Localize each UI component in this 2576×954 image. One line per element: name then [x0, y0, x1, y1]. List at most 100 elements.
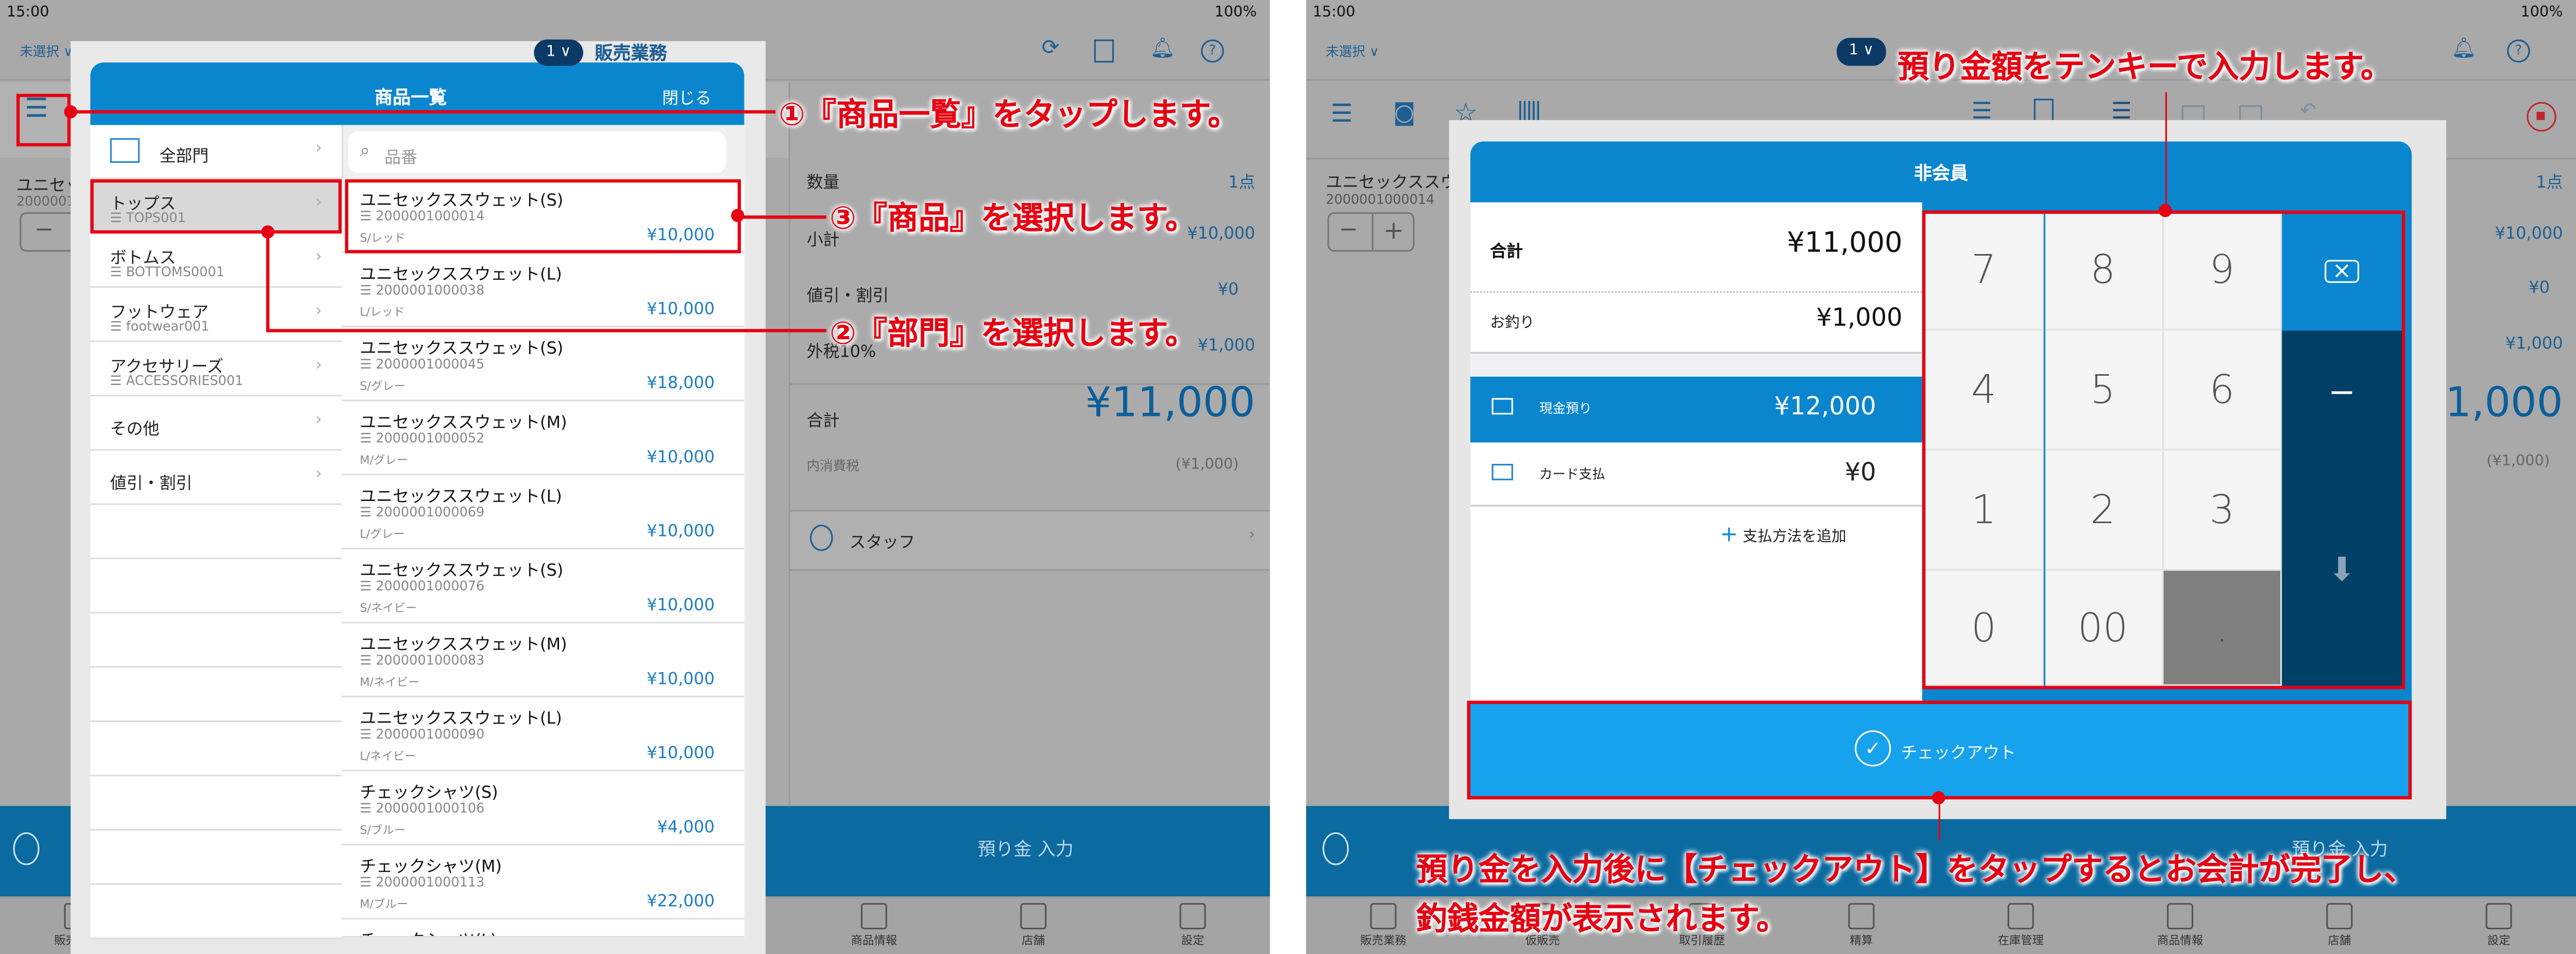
bell-icon[interactable]: 🔔︎: [1150, 36, 1175, 59]
status-battery: 100%: [1214, 5, 1257, 22]
highlight-keypad: [1922, 210, 2405, 690]
product-modal-title: 商品一覧: [375, 87, 447, 109]
category-item[interactable]: 値引・割引 ›: [90, 450, 342, 505]
stepper-minus[interactable]: −: [1339, 217, 1358, 243]
customer-select[interactable]: 未選択 ∨: [1326, 43, 1379, 61]
product-item[interactable]: チェックシャツ(L): [342, 919, 744, 938]
add-payment-method-button[interactable]: + 支払方法を追加: [1720, 523, 1846, 548]
product-variant: L/ネイビー: [360, 750, 416, 763]
customer-icon[interactable]: [13, 832, 40, 865]
payment-method-row[interactable]: 現金預り ¥12,000: [1470, 376, 1922, 443]
product-name: ユニセックススウェット(L): [360, 266, 562, 285]
tab-item[interactable]: 商品情報: [817, 898, 931, 954]
discount-value: ¥0: [2529, 279, 2550, 298]
register-badge[interactable]: 1 ∨: [1837, 38, 1886, 66]
tab-item[interactable]: 店舗: [976, 898, 1091, 954]
payment-method-row[interactable]: カード支払 ¥0: [1470, 442, 1922, 505]
tab-icon: [1370, 903, 1397, 930]
help-icon[interactable]: ?: [2507, 39, 2530, 63]
tab-item[interactable]: 精算: [1804, 898, 1919, 954]
product-name: ユニセックススウェット(L): [360, 710, 562, 729]
product-price: ¥10,000: [647, 745, 715, 763]
undo-icon[interactable]: ↶: [2300, 98, 2316, 122]
product-price: ¥10,000: [647, 597, 715, 615]
tab-icon: [1848, 903, 1875, 930]
category-item[interactable]: ボトムス ☰ BOTTOMS0001 ›: [90, 233, 342, 288]
category-item[interactable]: その他 ›: [90, 396, 342, 451]
discount-label[interactable]: 値引・割引: [807, 281, 889, 306]
product-modal-header: 商品一覧 閉じる: [90, 62, 744, 125]
status-battery: 100%: [2520, 5, 2563, 22]
highlight-product-list-button: [16, 93, 71, 147]
category-item[interactable]: アクセサリーズ ☰ ACCESSORIES001 ›: [90, 342, 342, 397]
category-empty-row: [90, 776, 342, 831]
chevron-right-icon: ›: [315, 465, 323, 484]
product-code: ☰ 2000001000052: [360, 431, 485, 446]
product-variant: S/ネイビー: [360, 602, 417, 615]
tab-label: 設定: [2487, 934, 2511, 948]
tab-label: 商品情報: [2157, 934, 2204, 948]
product-variant: L/レッド: [360, 306, 405, 320]
plus-icon: +: [1720, 523, 1738, 548]
product-item[interactable]: ユニセックススウェット(S) ☰ 2000001000076 S/ネイビー ¥10,0…: [342, 549, 744, 624]
product-item[interactable]: ユニセックススウェット(L) ☰ 2000001000090 L/ネイビー ¥10,0…: [342, 697, 744, 772]
bell-icon[interactable]: 🔔︎: [2451, 36, 2477, 59]
deposit-label: 預り金 入力: [977, 839, 1074, 861]
product-code: ☰ 2000001000076: [360, 579, 485, 594]
highlight-checkout: [1467, 700, 2412, 800]
chevron-right-icon: ›: [315, 248, 323, 267]
register-badge[interactable]: 1 ∨: [534, 39, 584, 66]
tab-item[interactable]: 商品情報: [2123, 898, 2238, 954]
payment-method-label: 現金預り: [1539, 401, 1592, 416]
product-item[interactable]: ユニセックススウェット(L) ☰ 2000001000038 L/レッド ¥10,00…: [342, 253, 744, 328]
product-price: ¥10,000: [647, 671, 715, 690]
tab-item[interactable]: 設定: [2442, 898, 2556, 954]
chevron-right-icon: ›: [315, 357, 323, 375]
quantity-stepper[interactable]: − +: [1327, 212, 1415, 252]
camera-icon[interactable]: ◙: [1393, 101, 1415, 127]
product-item[interactable]: ユニセックススウェット(L) ☰ 2000001000069 L/グレー ¥10,00…: [342, 475, 744, 549]
tab-icon: [1179, 903, 1206, 930]
payment-summary: 合計 ¥11,000 お釣り ¥1,000: [1470, 202, 1922, 352]
close-button[interactable]: 閉じる: [662, 84, 711, 109]
split-view-icon[interactable]: [1094, 39, 1114, 63]
sync-icon[interactable]: ⟳: [1042, 36, 1060, 61]
category-item[interactable]: 全部門 ›: [90, 125, 342, 179]
tab-icon: [2485, 903, 2512, 930]
tab-item[interactable]: 店舗: [2282, 898, 2397, 954]
tax-value: ¥1,000: [1197, 337, 1256, 356]
discount-value: ¥0: [1217, 281, 1239, 299]
category-empty-row: [90, 722, 342, 777]
stepper-plus[interactable]: +: [1383, 215, 1404, 245]
tab-item[interactable]: 在庫管理: [1963, 898, 2078, 954]
staff-icon: [810, 525, 833, 551]
highlight-product: [345, 179, 741, 254]
product-variant: M/ブルー: [360, 898, 409, 912]
customer-select[interactable]: 未選択 ∨: [20, 43, 73, 61]
customer-icon[interactable]: [1322, 832, 1349, 865]
product-item[interactable]: チェックシャツ(S) ☰ 2000001000106 S/ブルー ¥4,000: [342, 771, 744, 846]
product-name: ユニセックススウェット(S): [360, 340, 564, 359]
receipt-icon[interactable]: [2181, 105, 2205, 122]
product-item[interactable]: ユニセックススウェット(M) ☰ 2000001000052 M/グレー ¥10,00…: [342, 401, 744, 476]
product-item[interactable]: チェックシャツ(M) ☰ 2000001000113 M/ブルー ¥22,000: [342, 845, 744, 919]
payment-method-value: ¥12,000: [1774, 391, 1876, 421]
category-item[interactable]: フットウェア ☰ footwear001 ›: [90, 288, 342, 342]
quantity-value: 1点: [2536, 174, 2563, 193]
drawer-icon[interactable]: [2239, 105, 2262, 122]
tab-item[interactable]: 設定: [1135, 898, 1250, 954]
help-icon[interactable]: ?: [1201, 39, 1224, 63]
quantity-value: 1点: [1228, 174, 1256, 193]
stepper-minus[interactable]: −: [35, 217, 54, 243]
product-code: ☰ 2000001000113: [360, 875, 485, 890]
product-list-icon[interactable]: ☰: [1331, 98, 1353, 128]
stop-icon: [2536, 112, 2545, 120]
product-price: ¥22,000: [647, 893, 715, 912]
stop-button[interactable]: [2527, 102, 2556, 132]
tab-label: 販売業務: [1360, 934, 1406, 948]
product-search-input[interactable]: ⌕ 品番: [348, 131, 726, 173]
staff-row[interactable]: スタッフ ›: [790, 510, 1270, 571]
product-item[interactable]: ユニセックススウェット(M) ☰ 2000001000083 M/ネイビー ¥10,0…: [342, 623, 744, 698]
chevron-right-icon: ›: [315, 140, 323, 158]
product-item[interactable]: ユニセックススウェット(S) ☰ 2000001000045 S/グレー ¥18,00…: [342, 327, 744, 401]
